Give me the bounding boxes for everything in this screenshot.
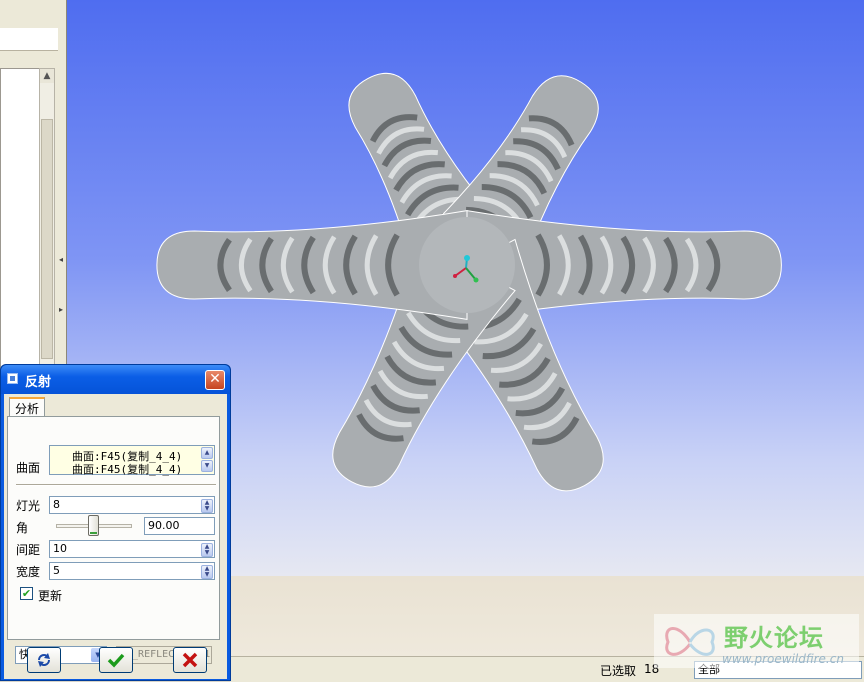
selected-label: 已选取	[600, 664, 637, 678]
surface-collector[interactable]: 曲面:F45(复制_4_4) 曲面:F45(复制_4_4) ▲ ▼	[49, 445, 215, 477]
close-icon[interactable]: ✕	[205, 370, 225, 390]
dialog-body: 分析 曲面 曲面:F45(复制_4_4) 曲面:F45(复制_4_4) ▲ ▼ …	[4, 394, 227, 679]
scroll-down-icon[interactable]: ▼	[201, 460, 213, 472]
reflection-dialog: 反射 ✕ 分析 曲面 曲面:F45(复制_4_4) 曲面:F45(复制_4_4)…	[0, 364, 231, 681]
dialog-title: 反射	[25, 375, 52, 390]
angle-label: 角	[16, 521, 29, 535]
spinner-icon[interactable]: ▲ ▼	[201, 565, 213, 579]
model-tree-header	[0, 28, 58, 51]
surface-item[interactable]: 曲面:F45(复制_4_4)	[72, 461, 182, 477]
collapse-left-icon[interactable]: ◂	[59, 255, 63, 264]
light-value: 8	[53, 498, 60, 511]
dialog-titlebar[interactable]: 反射 ✕	[1, 365, 230, 394]
spacing-input[interactable]: 10 ▲ ▼	[49, 540, 215, 558]
watermark-title: 野火论坛	[724, 624, 824, 652]
angle-input[interactable]: 90.00	[144, 517, 215, 535]
light-input[interactable]: 8 ▲ ▼	[49, 496, 215, 514]
slider-thumb[interactable]	[88, 515, 99, 536]
scrollbar-thumb[interactable]	[41, 119, 53, 359]
ok-button[interactable]	[99, 647, 133, 673]
width-label: 宽度	[16, 565, 41, 579]
checkmark-icon	[107, 653, 125, 668]
repaint-icon	[38, 653, 50, 667]
x-icon	[182, 652, 198, 668]
scroll-up-icon[interactable]: ▲	[201, 447, 213, 459]
angle-value: 90.00	[148, 519, 180, 532]
repaint-button[interactable]	[27, 647, 61, 673]
model-tree-scrollbar[interactable]: ▲	[39, 68, 55, 370]
dialog-app-icon	[7, 373, 18, 384]
spinner-icon[interactable]: ▲ ▼	[201, 499, 213, 513]
forum-watermark: 野火论坛 www.proewildfire.cn	[654, 614, 859, 668]
surface-label: 曲面	[16, 461, 41, 475]
width-input[interactable]: 5 ▲ ▼	[49, 562, 215, 580]
angle-slider[interactable]	[56, 515, 132, 537]
update-checkbox[interactable]: ✔	[20, 587, 33, 600]
light-label: 灯光	[16, 499, 41, 513]
watermark-url: www.proewildfire.cn	[722, 652, 844, 666]
separator	[16, 484, 216, 486]
expand-right-icon[interactable]: ▸	[59, 305, 63, 314]
cancel-button[interactable]	[173, 647, 207, 673]
model-tree[interactable]	[0, 68, 40, 370]
tab-panel: 曲面 曲面:F45(复制_4_4) 曲面:F45(复制_4_4) ▲ ▼ 灯光 …	[7, 416, 220, 640]
spacing-label: 间距	[16, 543, 41, 557]
spacing-value: 10	[53, 542, 67, 555]
spinner-icon[interactable]: ▲ ▼	[201, 543, 213, 557]
update-label: 更新	[38, 589, 63, 603]
scroll-up-icon[interactable]: ▲	[40, 69, 54, 83]
width-value: 5	[53, 564, 60, 577]
butterfly-logo-icon	[665, 627, 715, 656]
